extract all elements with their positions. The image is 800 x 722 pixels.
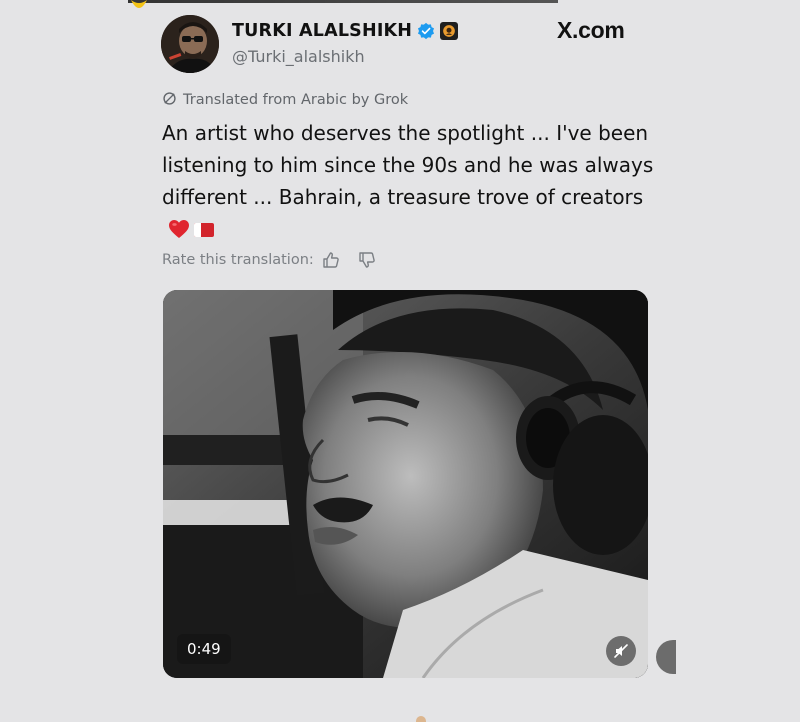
tweet-body: An artist who deserves the spotlight ...… bbox=[162, 121, 654, 209]
translation-notice: Translated from Arabic by Grok bbox=[162, 90, 408, 110]
profile-avatar[interactable] bbox=[161, 15, 219, 73]
rate-translation-row: Rate this translation: bbox=[162, 249, 376, 271]
red-heart-icon bbox=[168, 216, 190, 248]
organization-badge-icon bbox=[440, 22, 459, 40]
verified-badge-icon bbox=[417, 22, 435, 40]
video-duration: 0:49 bbox=[187, 640, 221, 658]
mute-toggle-button[interactable] bbox=[606, 636, 636, 666]
thumbs-up-icon[interactable] bbox=[322, 251, 340, 269]
top-edge-strip bbox=[128, 0, 558, 3]
video-player[interactable]: 0:49 bbox=[163, 290, 648, 678]
speaker-muted-icon bbox=[614, 644, 628, 658]
translation-notice-text: Translated from Arabic by Grok bbox=[183, 92, 409, 108]
video-frame-image bbox=[163, 290, 648, 678]
author-name-row: TURKI ALALSHIKH bbox=[232, 19, 459, 43]
grok-icon bbox=[162, 91, 177, 110]
bahrain-flag-icon bbox=[194, 223, 214, 237]
thumbs-down-icon[interactable] bbox=[358, 251, 376, 269]
next-media-edge[interactable] bbox=[656, 640, 676, 674]
yellow-arrow-icon bbox=[126, 0, 152, 16]
tweet-text: An artist who deserves the spotlight ...… bbox=[162, 117, 662, 248]
watermark-xcom: X.com bbox=[557, 17, 625, 43]
display-name[interactable]: TURKI ALALSHIKH bbox=[232, 21, 412, 41]
bottom-edge-mark bbox=[416, 716, 426, 722]
rate-translation-label: Rate this translation: bbox=[162, 252, 314, 268]
video-duration-badge: 0:49 bbox=[177, 634, 231, 664]
user-handle[interactable]: @Turki_alalshikh bbox=[232, 47, 365, 66]
